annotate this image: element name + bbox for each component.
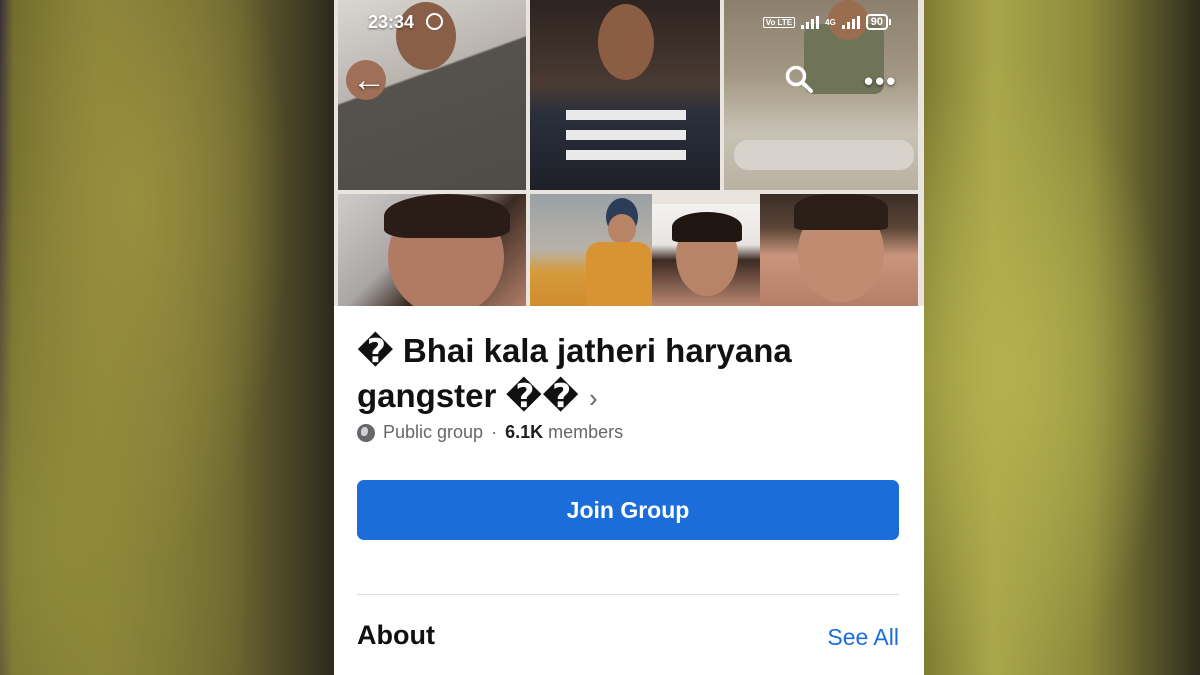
group-privacy: Public group <box>383 422 484 442</box>
about-heading: About <box>357 620 435 650</box>
status-time: 23:34 <box>368 12 415 32</box>
chevron-right-icon[interactable]: › <box>589 383 598 413</box>
member-label: members <box>548 422 624 442</box>
battery-icon: 90 <box>865 14 892 30</box>
signal-bars-icon <box>841 15 860 29</box>
cover-photo-tile <box>530 194 652 306</box>
group-title[interactable]: � Bhai kala jatheri haryana gangster �� › <box>357 328 877 421</box>
cover-photo-tile <box>760 194 918 306</box>
cover-photo-tile <box>652 204 760 306</box>
cover-photo-tile <box>338 194 526 306</box>
network-type: 4G <box>825 17 836 27</box>
background-blur-right <box>924 0 1200 675</box>
status-indicators: Vo LTE 4G 90 <box>762 14 892 30</box>
search-icon[interactable] <box>784 64 814 94</box>
alarm-icon <box>426 13 443 30</box>
more-icon[interactable]: ••• <box>864 66 897 97</box>
group-meta: Public group · 6.1K members <box>357 422 623 443</box>
phone-screen: 23:34 Vo LTE 4G 90 ← ••• � Bhai kala jat… <box>334 0 924 675</box>
member-count: 6.1K <box>505 422 544 442</box>
see-all-link[interactable]: See All <box>827 624 899 651</box>
section-divider <box>357 594 899 595</box>
group-name[interactable]: � Bhai kala jatheri haryana gangster �� <box>357 332 792 414</box>
group-cover-photo-collage[interactable]: 23:34 Vo LTE 4G 90 ← ••• <box>334 0 924 306</box>
cover-photo-tile <box>530 0 720 190</box>
globe-icon <box>357 423 375 442</box>
join-group-button[interactable]: Join Group <box>357 480 899 540</box>
volte-indicator: Vo LTE <box>762 16 796 28</box>
back-arrow-icon[interactable]: ← <box>352 62 388 98</box>
signal-bars-icon <box>801 15 820 29</box>
meta-separator: · <box>491 422 498 442</box>
background-blur-left <box>0 0 334 675</box>
